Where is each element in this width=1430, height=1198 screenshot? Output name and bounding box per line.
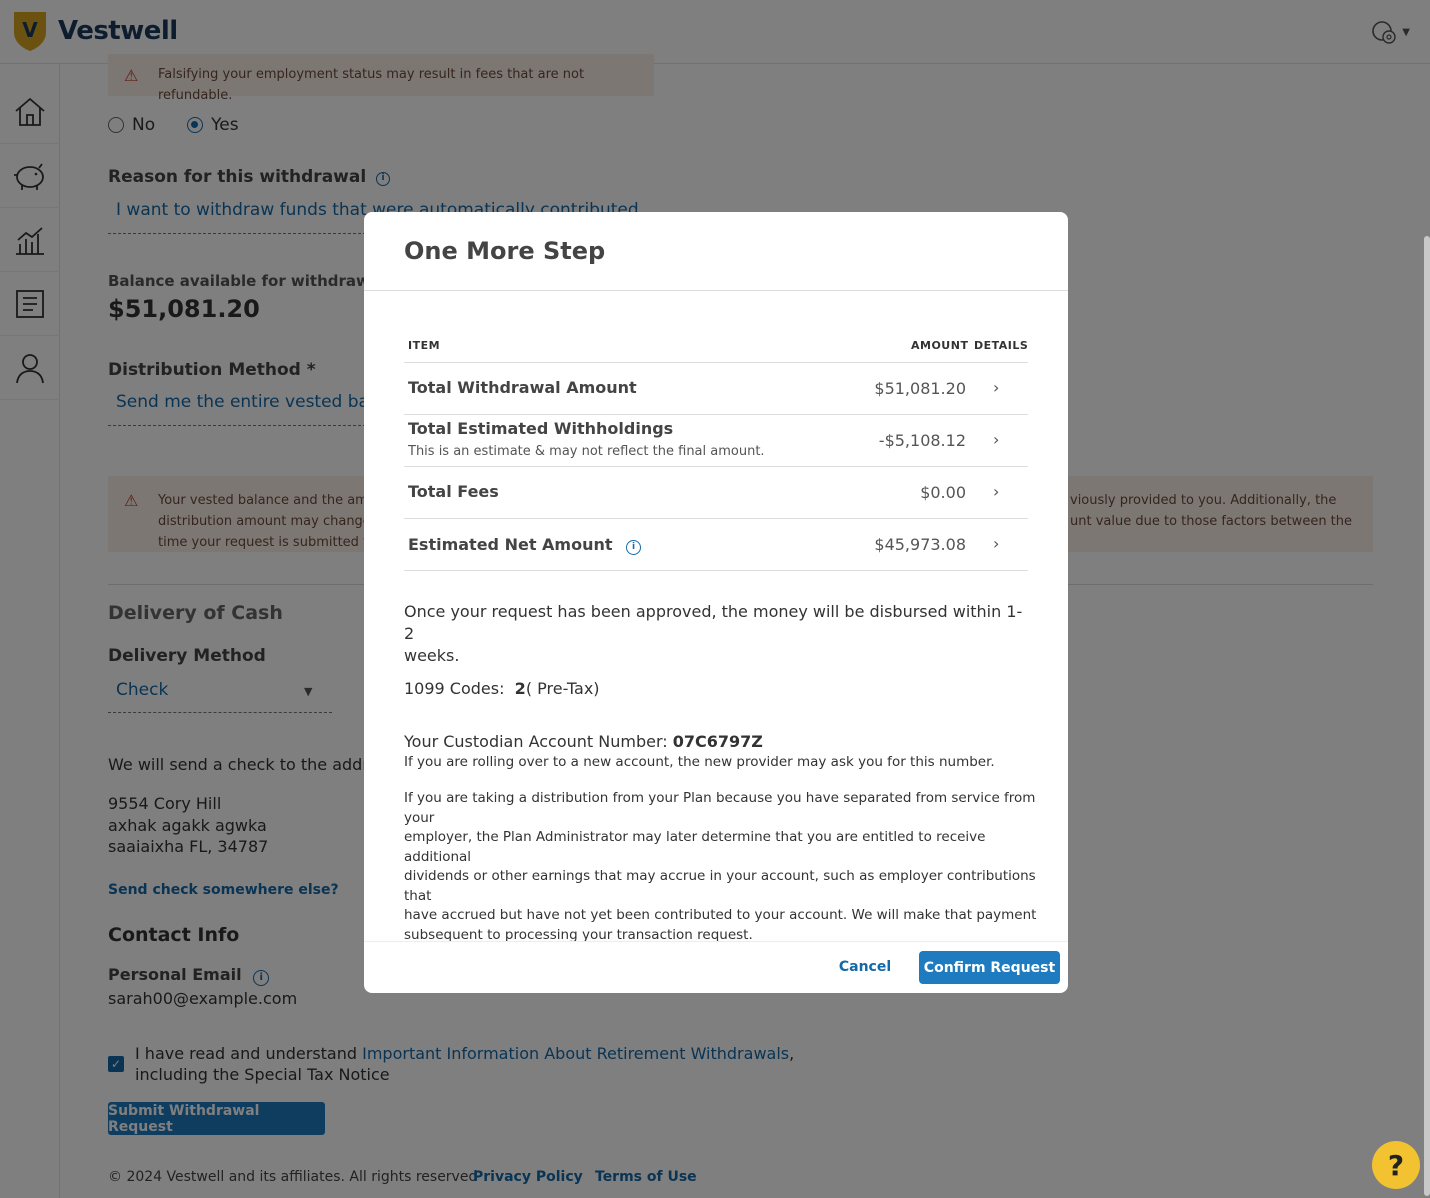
- row-amount: $51,081.20: [874, 379, 966, 398]
- row-name: Total Fees: [408, 482, 499, 501]
- row-name: Estimated Net Amount i: [408, 535, 642, 555]
- confirm-modal: One More Step ITEM AMOUNT DETAILS Total …: [364, 212, 1068, 993]
- col-item: ITEM: [408, 339, 441, 352]
- table-row: Total Fees $0.00 ›: [404, 467, 1028, 519]
- modal-footer-divider: [364, 941, 1068, 942]
- table-row: Total Withdrawal Amount $51,081.20 ›: [404, 363, 1028, 415]
- cancel-button[interactable]: Cancel: [830, 951, 900, 983]
- chevron-right-icon[interactable]: ›: [993, 378, 999, 397]
- page-scrollbar[interactable]: [1424, 236, 1430, 1196]
- col-amount: AMOUNT: [911, 339, 969, 352]
- help-button[interactable]: ?: [1372, 1141, 1420, 1189]
- table-row: Estimated Net Amount i $45,973.08 ›: [404, 519, 1028, 571]
- row-name: Total Estimated Withholdings: [408, 419, 674, 438]
- col-details: DETAILS: [974, 339, 1029, 352]
- modal-title: One More Step: [404, 237, 606, 265]
- row-amount: $45,973.08: [874, 535, 966, 554]
- chevron-right-icon[interactable]: ›: [993, 430, 999, 449]
- chevron-right-icon[interactable]: ›: [993, 482, 999, 501]
- approval-message: Once your request has been approved, the…: [404, 602, 1023, 665]
- confirm-request-button[interactable]: Confirm Request: [919, 951, 1060, 984]
- custodian-account: Your Custodian Account Number: 07C6797Z: [404, 732, 763, 751]
- modal-divider: [364, 290, 1068, 291]
- help-icon: ?: [1387, 1148, 1405, 1182]
- table-header: ITEM AMOUNT DETAILS: [404, 332, 1028, 363]
- row-subtext: This is an estimate & may not reflect th…: [408, 444, 765, 459]
- custodian-account-number: 07C6797Z: [672, 732, 763, 751]
- info-icon[interactable]: i: [626, 540, 642, 555]
- row-name: Total Withdrawal Amount: [408, 378, 637, 397]
- tax-codes: 1099 Codes: 2( Pre-Tax): [404, 679, 600, 698]
- table-row: Total Estimated Withholdings This is an …: [404, 415, 1028, 467]
- row-amount: $0.00: [920, 483, 966, 502]
- separation-notice: If you are taking a distribution from yo…: [404, 790, 1037, 943]
- custodian-note: If you are rolling over to a new account…: [404, 754, 995, 770]
- withdrawal-summary-table: ITEM AMOUNT DETAILS Total Withdrawal Amo…: [404, 332, 1028, 571]
- tax-code-value: 2: [514, 679, 526, 698]
- row-amount: -$5,108.12: [878, 431, 966, 450]
- chevron-right-icon[interactable]: ›: [993, 534, 999, 553]
